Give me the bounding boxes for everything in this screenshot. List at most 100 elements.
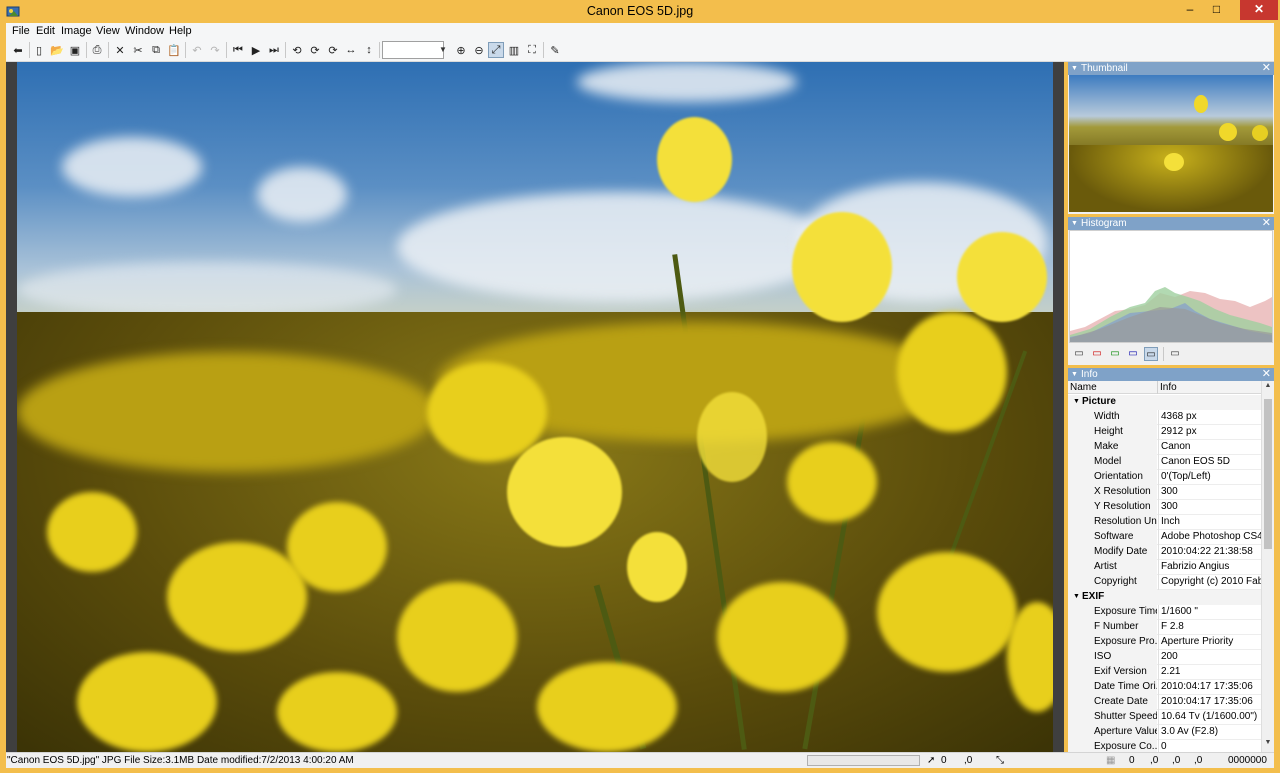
monitor-settings-icon[interactable]: ▭ [1168,347,1182,361]
scroll-up-icon[interactable]: ▲ [1262,382,1274,394]
fit-window-icon[interactable]: ⤢ [488,42,504,58]
rotate-right-icon[interactable]: ⟳ [307,42,323,58]
menu-view[interactable]: View [96,25,120,37]
menu-window[interactable]: Window [125,25,164,37]
info-row[interactable]: Height 2912 px [1068,425,1261,440]
rotate-left-icon[interactable]: ⟲ [289,42,305,58]
info-row[interactable]: Exposure Pro... Aperture Priority [1068,635,1261,650]
menu-bar: File Edit Image View Window Help [6,23,1274,39]
undo-icon[interactable]: ↶ [189,42,205,58]
info-column-headers: Name Info [1068,381,1274,394]
save-icon[interactable]: ▣ [67,42,83,58]
info-scrollbar[interactable]: ▲ ▼ [1261,381,1274,752]
info-panel-title: Info [1081,369,1098,380]
menu-file[interactable]: File [12,25,30,37]
first-image-icon[interactable]: ⏮ [230,42,246,58]
monitor-all-icon[interactable]: ▭ [1144,347,1158,361]
color-picker-icon[interactable]: ✎ [547,42,563,58]
info-row[interactable]: Orientation 0'(Top/Left) [1068,470,1261,485]
close-icon[interactable]: ✕ [1262,368,1271,381]
thumbnail-image[interactable] [1069,75,1273,212]
zoom-select[interactable] [382,41,444,59]
info-row-name: ISO [1068,650,1157,665]
expand-icon[interactable]: ▼ [1073,395,1080,409]
rotate-icon[interactable]: ⟳ [325,42,341,58]
back-icon[interactable]: ⬅ [10,42,26,58]
delete-icon[interactable]: ✕ [112,42,128,58]
info-row[interactable]: Artist Fabrizio Angius [1068,560,1261,575]
open-folder-icon[interactable]: 📂 [49,42,65,58]
flip-vertical-icon[interactable]: ↕ [361,42,377,58]
menu-edit[interactable]: Edit [36,25,55,37]
paste-icon[interactable]: 📋 [166,42,182,58]
collapse-icon[interactable]: ▼ [1071,368,1078,381]
info-row[interactable]: F Number F 2.8 [1068,620,1261,635]
info-row-value: Copyright (c) 2010 Fabrizi [1158,575,1261,590]
info-row-name: Model [1068,455,1157,470]
close-icon[interactable]: ✕ [1262,62,1271,75]
main-image[interactable] [17,62,1053,752]
thumbnail-panel-header[interactable]: ▼ Thumbnail ✕ [1068,62,1274,75]
redo-icon[interactable]: ↷ [207,42,223,58]
collapse-icon[interactable]: ▼ [1071,217,1078,230]
maximize-button[interactable]: □ [1203,0,1230,20]
histogram-panel-header[interactable]: ▼ Histogram ✕ [1068,217,1274,230]
monitor-red-icon[interactable]: ▭ [1090,347,1104,361]
print-icon[interactable]: ⎙ [89,42,105,58]
monitor-luminance-icon[interactable]: ▭ [1072,347,1086,361]
info-row[interactable]: Width 4368 px [1068,410,1261,425]
info-row[interactable]: Exif Version 2.21 [1068,665,1261,680]
actual-size-icon[interactable]: ▥ [506,42,522,58]
info-group[interactable]: Picture ▼ [1068,395,1261,410]
status-cursor-y: ,0 [964,755,973,766]
info-row[interactable]: CopyrightCopyright (c) 2010 Fabrizi [1068,575,1261,590]
info-row[interactable]: Create Date 2010:04:17 17:35:06 [1068,695,1261,710]
title-bar[interactable]: Canon EOS 5D.jpg – □ ✕ [0,0,1280,23]
chevron-down-icon[interactable]: ▼ [437,42,449,58]
info-row[interactable]: Model Canon EOS 5D [1068,455,1261,470]
info-row[interactable]: Aperture Value 3.0 Av (F2.8) [1068,725,1261,740]
scroll-down-icon[interactable]: ▼ [1262,739,1274,751]
menu-help[interactable]: Help [169,25,192,37]
zoom-in-icon[interactable]: ⊕ [453,42,469,58]
scrollbar-thumb[interactable] [1264,399,1272,549]
next-image-icon[interactable]: ▶ [248,42,264,58]
info-row[interactable]: Make Canon [1068,440,1261,455]
zoom-out-icon[interactable]: ⊖ [471,42,487,58]
info-row[interactable]: Resolution Unit Inch [1068,515,1261,530]
last-image-icon[interactable]: ⏭ [266,42,282,58]
expand-icon[interactable]: ▼ [1073,590,1080,604]
info-row-name: Resolution Unit [1068,515,1157,530]
flip-horizontal-icon[interactable]: ↔ [343,42,359,58]
info-row[interactable]: Exposure Time 1/1600 " [1068,605,1261,620]
close-button[interactable]: ✕ [1240,0,1278,20]
menu-image[interactable]: Image [61,25,92,37]
minimize-button[interactable]: – [1177,0,1203,20]
info-row[interactable]: Shutter Speed...10.64 Tv (1/1600.00") [1068,710,1261,725]
status-sel-1: 0 [1129,755,1135,766]
info-row[interactable]: X Resolution 300 [1068,485,1261,500]
close-icon[interactable]: ✕ [1262,217,1271,230]
histogram-channel-toolbar: ▭ ▭ ▭ ▭ ▭ ▭ [1068,345,1274,363]
monitor-blue-icon[interactable]: ▭ [1126,347,1140,361]
copy-icon[interactable]: ⧉ [148,42,164,58]
image-viewport[interactable] [6,62,1064,752]
info-group[interactable]: EXIF ▼ [1068,590,1261,605]
info-row[interactable]: SoftwareAdobe Photoshop CS4 W [1068,530,1261,545]
info-row[interactable]: Modify Date 2010:04:22 21:38:58 [1068,545,1261,560]
info-row[interactable]: ISO 200 [1068,650,1261,665]
fullscreen-icon[interactable]: ⛶ [524,42,540,58]
column-header-name[interactable]: Name [1070,382,1097,393]
info-panel-header[interactable]: ▼ Info ✕ [1068,368,1274,381]
info-row-name: Exif Version [1068,665,1157,680]
info-row[interactable]: Exposure Co... 0 [1068,740,1261,752]
info-row[interactable]: Y Resolution 300 [1068,500,1261,515]
collapse-icon[interactable]: ▼ [1071,62,1078,75]
new-file-icon[interactable]: ▯ [31,42,47,58]
info-row[interactable]: Date Time Ori...2010:04:17 17:35:06 [1068,680,1261,695]
column-header-info[interactable]: Info [1160,382,1177,393]
info-row-value: 0 [1158,740,1261,752]
monitor-green-icon[interactable]: ▭ [1108,347,1122,361]
info-row-value: 2010:04:22 21:38:58 [1158,545,1261,560]
cut-icon[interactable]: ✂ [130,42,146,58]
